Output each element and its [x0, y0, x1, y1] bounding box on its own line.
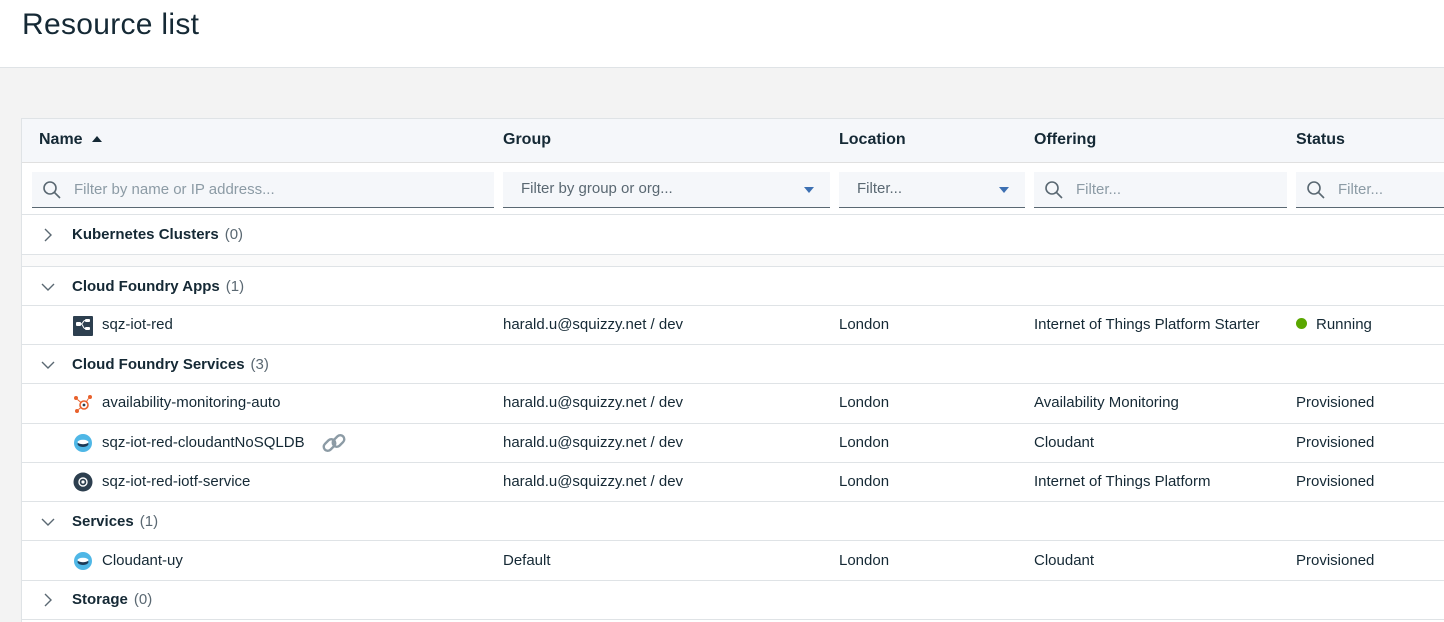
offering-filter[interactable] [1034, 172, 1287, 208]
resource-location: London [839, 434, 890, 451]
search-icon [1045, 181, 1063, 199]
chevron-down-icon[interactable] [41, 280, 55, 294]
group-label: Services (1) [72, 513, 159, 530]
group-row-storage[interactable]: Storage (0) [22, 581, 1444, 620]
search-icon [43, 181, 61, 199]
group-row-kubernetes-clusters[interactable]: Kubernetes Clusters (0) [22, 215, 1444, 255]
status-filter[interactable] [1296, 172, 1444, 208]
resource-table: Name Group Location Offering Status Filt… [21, 118, 1444, 622]
resource-group: harald.u@squizzy.net / dev [503, 473, 684, 490]
status-running-icon [1296, 318, 1307, 329]
chevron-down-icon[interactable] [41, 358, 55, 372]
column-header-status[interactable]: Status [1296, 131, 1345, 149]
offering-filter-input[interactable] [1076, 172, 1276, 207]
resource-name-link[interactable]: Cloudant-uy [102, 552, 183, 569]
status-text: Provisioned [1296, 473, 1375, 490]
status-text: Provisioned [1296, 434, 1375, 451]
resource-location: London [839, 552, 890, 569]
chevron-right-icon[interactable] [41, 593, 55, 607]
resource-group: Default [503, 552, 551, 569]
group-label: Kubernetes Clusters (0) [72, 226, 244, 243]
filter-row: Filter by group or org... Filter... [22, 163, 1444, 215]
table-header: Name Group Location Offering Status [22, 119, 1444, 163]
link-alias-icon [322, 434, 346, 452]
resource-location: London [839, 394, 890, 411]
table-row[interactable]: availability-monitoring-auto harald.u@sq… [22, 384, 1444, 424]
status-badge: Running [1296, 316, 1372, 333]
chevron-down-icon [999, 187, 1009, 193]
group-filter-value: Filter by group or org... [521, 180, 673, 197]
name-filter-input[interactable] [74, 172, 484, 207]
chevron-right-icon[interactable] [41, 228, 55, 242]
group-label: Storage (0) [72, 591, 153, 608]
group-label: Cloud Foundry Apps (1) [72, 278, 245, 295]
status-filter-input[interactable] [1338, 172, 1438, 207]
chevron-down-icon[interactable] [41, 515, 55, 529]
group-row-cloud-foundry-services[interactable]: Cloud Foundry Services (3) [22, 345, 1444, 384]
name-filter[interactable] [32, 172, 494, 208]
group-row-cloud-foundry-apps[interactable]: Cloud Foundry Apps (1) [22, 267, 1444, 306]
cloudant-icon [74, 552, 92, 570]
location-filter-value: Filter... [857, 180, 903, 197]
resource-group: harald.u@squizzy.net / dev [503, 434, 684, 451]
column-header-group[interactable]: Group [503, 131, 551, 149]
sort-ascending-icon [91, 136, 102, 142]
column-header-offering[interactable]: Offering [1034, 131, 1096, 149]
group-filter-select[interactable]: Filter by group or org... [503, 172, 830, 208]
resource-offering: Cloudant [1034, 552, 1095, 569]
page-title: Resource list [22, 8, 200, 41]
status-text: Provisioned [1296, 394, 1375, 411]
resource-offering: Cloudant [1034, 434, 1095, 451]
iot-platform-icon [73, 472, 93, 492]
group-row-services[interactable]: Services (1) [22, 502, 1444, 541]
resource-offering: Availability Monitoring [1034, 394, 1179, 411]
resource-location: London [839, 473, 890, 490]
location-filter-select[interactable]: Filter... [839, 172, 1025, 208]
resource-name-link[interactable]: availability-monitoring-auto [102, 394, 280, 411]
search-icon [1307, 181, 1325, 199]
node-red-app-icon [73, 316, 93, 336]
table-row[interactable]: Cloudant-uy Default London Cloudant Prov… [22, 541, 1444, 581]
column-header-name[interactable]: Name [39, 131, 102, 149]
chevron-down-icon [804, 187, 814, 193]
resource-group: harald.u@squizzy.net / dev [503, 394, 684, 411]
group-label: Cloud Foundry Services (3) [72, 356, 269, 373]
table-row[interactable]: sqz-iot-red harald.u@squizzy.net / dev L… [22, 306, 1444, 345]
column-header-location[interactable]: Location [839, 131, 906, 149]
resource-name-link[interactable]: sqz-iot-red [102, 316, 173, 333]
table-row[interactable]: sqz-iot-red-iotf-service harald.u@squizz… [22, 463, 1444, 502]
resource-group: harald.u@squizzy.net / dev [503, 316, 684, 333]
resource-name-link[interactable]: sqz-iot-red-iotf-service [102, 473, 250, 490]
resource-name-link[interactable]: sqz-iot-red-cloudantNoSQLDB [102, 434, 305, 451]
cloudant-icon [74, 434, 92, 452]
resource-location: London [839, 316, 890, 333]
table-row[interactable]: sqz-iot-red-cloudantNoSQLDB harald.u@squ… [22, 424, 1444, 463]
page-header: Resource list [0, 0, 1444, 68]
status-text: Provisioned [1296, 552, 1375, 569]
availability-monitoring-icon [74, 395, 92, 413]
resource-offering: Internet of Things Platform [1034, 473, 1211, 490]
group-divider [22, 255, 1444, 267]
resource-offering: Internet of Things Platform Starter [1034, 316, 1260, 333]
